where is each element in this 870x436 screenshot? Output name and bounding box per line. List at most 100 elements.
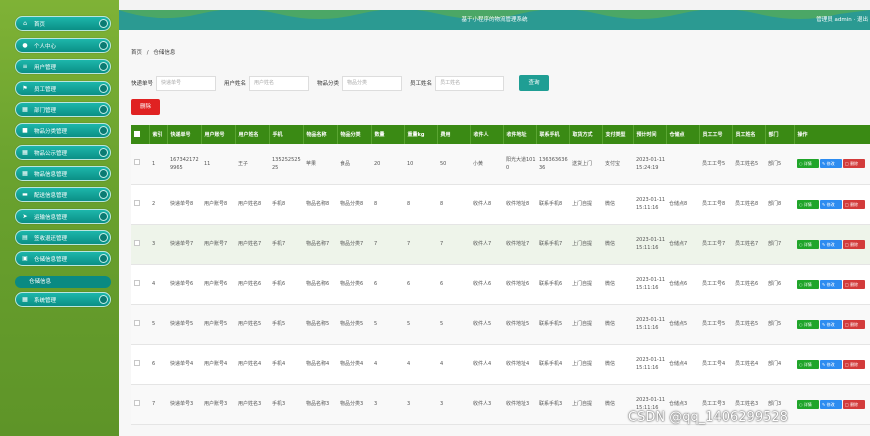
row-checkbox[interactable] [131,344,149,385]
tracking-no-input[interactable]: 快递单号 [156,75,217,91]
table-cell: 2023-01-11 15:11:16 [633,184,666,225]
table-cell: 4 [371,344,404,385]
sidebar-item-5[interactable]: ■ 物品分类管理 [15,123,111,138]
row-checkbox[interactable] [131,224,149,265]
select-all-checkbox[interactable] [131,125,150,144]
row-checkbox[interactable] [131,304,149,345]
edit-button[interactable]: ✎ 修改 [820,199,842,209]
table-cell: 微信 [602,264,633,305]
sidebar-item-label: 物品分类管理 [34,128,68,135]
table-cell: 用户姓名4 [235,344,269,385]
table-cell: 2023-01-11 15:24:19 [633,144,666,185]
detail-button[interactable]: ○ 详情 [797,279,819,289]
row-delete-button[interactable]: □ 删除 [843,159,865,169]
detail-button[interactable]: ○ 详情 [797,199,819,209]
row-delete-button[interactable]: □ 删除 [843,199,865,209]
checkbox-icon [134,399,140,406]
table-cell: 收件地址6 [503,264,536,305]
table-cell: 仓储点5 [666,304,699,345]
sidebar-item-system[interactable]: ▦ 系统管理 [15,292,111,307]
row-delete-button[interactable]: □ 删除 [843,319,865,329]
detail-button[interactable]: ○ 详情 [797,239,819,249]
row-actions: ○ 详情 ✎ 修改 □ 删除 [794,344,870,385]
table-cell: 物品名称4 [303,344,337,385]
table-cell: 6 [149,344,167,385]
table-row[interactable]: 1 1673421729965 11 王子 13525252525 苹果 食品 20 10 50 小… [131,144,870,185]
detail-button[interactable]: ○ 详情 [797,319,819,329]
sidebar-item-label: 物品信息管理 [34,171,68,178]
search-button[interactable]: 查询 [519,75,550,91]
table-row[interactable]: 3 快递单号7 用户账号7 用户姓名7 手机7 物品名称7 物品分类7 7 7 7 收件人7 收件地址… [131,224,870,265]
detail-label: 详情 [803,321,812,327]
sidebar-item-4[interactable]: ▦ 部门管理 [15,102,111,117]
table-cell: 员工姓名5 [732,304,765,345]
table-cell: 联系手机6 [536,264,569,305]
row-checkbox[interactable] [131,384,149,425]
checkbox-icon [134,359,140,366]
edit-button[interactable]: ✎ 修改 [820,319,842,329]
row-delete-button[interactable]: □ 删除 [843,239,865,249]
edit-label: 修改 [826,201,835,207]
table-cell: 50 [437,144,470,185]
checkbox-icon [134,319,140,326]
column-header: 用户姓名 [235,125,270,144]
sidebar-subitem-storage-info[interactable]: 仓储信息 [15,276,111,288]
table-cell: 微信 [602,184,633,225]
sidebar-item-11[interactable]: ▣ 仓储信息管理 [15,251,111,266]
sidebar-item-label: 物品公示管理 [34,150,68,157]
row-delete-button[interactable]: □ 删除 [843,359,865,369]
row-delete-button[interactable]: □ 删除 [843,279,865,289]
employee-name-input[interactable]: 员工姓名 [435,75,505,91]
row-checkbox[interactable] [131,264,149,305]
edit-button[interactable]: ✎ 修改 [820,279,842,289]
table-cell: 部门8 [765,184,794,225]
table-row[interactable]: 5 快递单号5 用户账号5 用户姓名5 手机5 物品名称5 物品分类5 5 5 5 收件人5 收件地址… [131,304,870,345]
table-cell: 2023-01-11 15:11:16 [633,224,666,265]
row-actions: ○ 详情 ✎ 修改 □ 删除 [794,264,870,305]
table-cell: 4 [404,344,437,385]
table-row[interactable]: 6 快递单号4 用户账号4 用户姓名4 手机4 物品名称4 物品分类4 4 4 4 收件人4 收件地址… [131,344,870,385]
table-row[interactable]: 4 快递单号6 用户账号6 用户姓名6 手机6 物品名称6 物品分类6 6 6 6 收件人6 收件地址… [131,264,870,305]
item-category-input[interactable]: 物品分类 [342,75,403,91]
sidebar-item-cap [99,19,108,28]
detail-button[interactable]: ○ 详情 [797,159,819,169]
sidebar-item-9[interactable]: ➤ 运输信息管理 [15,209,111,224]
sidebar-item-8[interactable]: ▬ 配送信息管理 [15,187,111,202]
detail-button[interactable]: ○ 详情 [797,399,819,409]
table-cell: 苹果 [303,144,337,185]
main-content: 首页 / 仓储信息 快递单号 快递单号 用户姓名 用户姓名 物品分类 物品分类 … [119,30,870,436]
edit-button[interactable]: ✎ 修改 [820,399,842,409]
sidebar-item-label: 个人中心 [34,43,57,50]
table-cell: 员工姓名8 [732,184,765,225]
edit-button[interactable]: ✎ 修改 [820,239,842,249]
user-info[interactable]: 管理员 admin · 退出 [816,10,868,30]
table-cell: 食品 [337,144,371,185]
detail-button[interactable]: ○ 详情 [797,359,819,369]
row-actions: ○ 详情 ✎ 修改 □ 删除 [794,384,870,425]
table-cell: 手机7 [269,224,303,265]
sidebar-item-6[interactable]: ▦ 物品公示管理 [15,145,111,160]
sidebar-item-3[interactable]: ⚑ 员工管理 [15,81,111,96]
table-cell: 8 [371,184,404,225]
table-cell: 11 [201,144,235,185]
table-cell: 13636363636 [536,144,569,185]
row-checkbox[interactable] [131,144,149,185]
breadcrumb-home[interactable]: 首页 [131,50,142,56]
batch-delete-button[interactable]: 删除 [131,99,160,115]
sidebar-item-10[interactable]: ▤ 签收退还管理 [15,230,111,245]
table-cell: 员工工号7 [699,224,732,265]
table-cell: 物品分类4 [337,344,371,385]
sidebar-item-7[interactable]: ▦ 物品信息管理 [15,166,111,181]
row-delete-button[interactable]: □ 删除 [843,399,865,409]
sidebar-item-0[interactable]: ⌂ 首页 [15,16,111,31]
edit-label: 修改 [826,161,835,167]
sidebar-item-1[interactable]: ● 个人中心 [15,38,111,53]
edit-button[interactable]: ✎ 修改 [820,159,842,169]
table-cell: 员工姓名4 [732,344,765,385]
table-cell: 1673421729965 [167,144,201,185]
table-row[interactable]: 2 快递单号8 用户账号8 用户姓名8 手机8 物品名称8 物品分类8 8 8 8 收件人8 收件地址… [131,184,870,225]
edit-button[interactable]: ✎ 修改 [820,359,842,369]
sidebar-item-2[interactable]: ≡ 用户管理 [15,59,111,74]
row-checkbox[interactable] [131,184,149,225]
user-name-input[interactable]: 用户姓名 [249,75,310,91]
